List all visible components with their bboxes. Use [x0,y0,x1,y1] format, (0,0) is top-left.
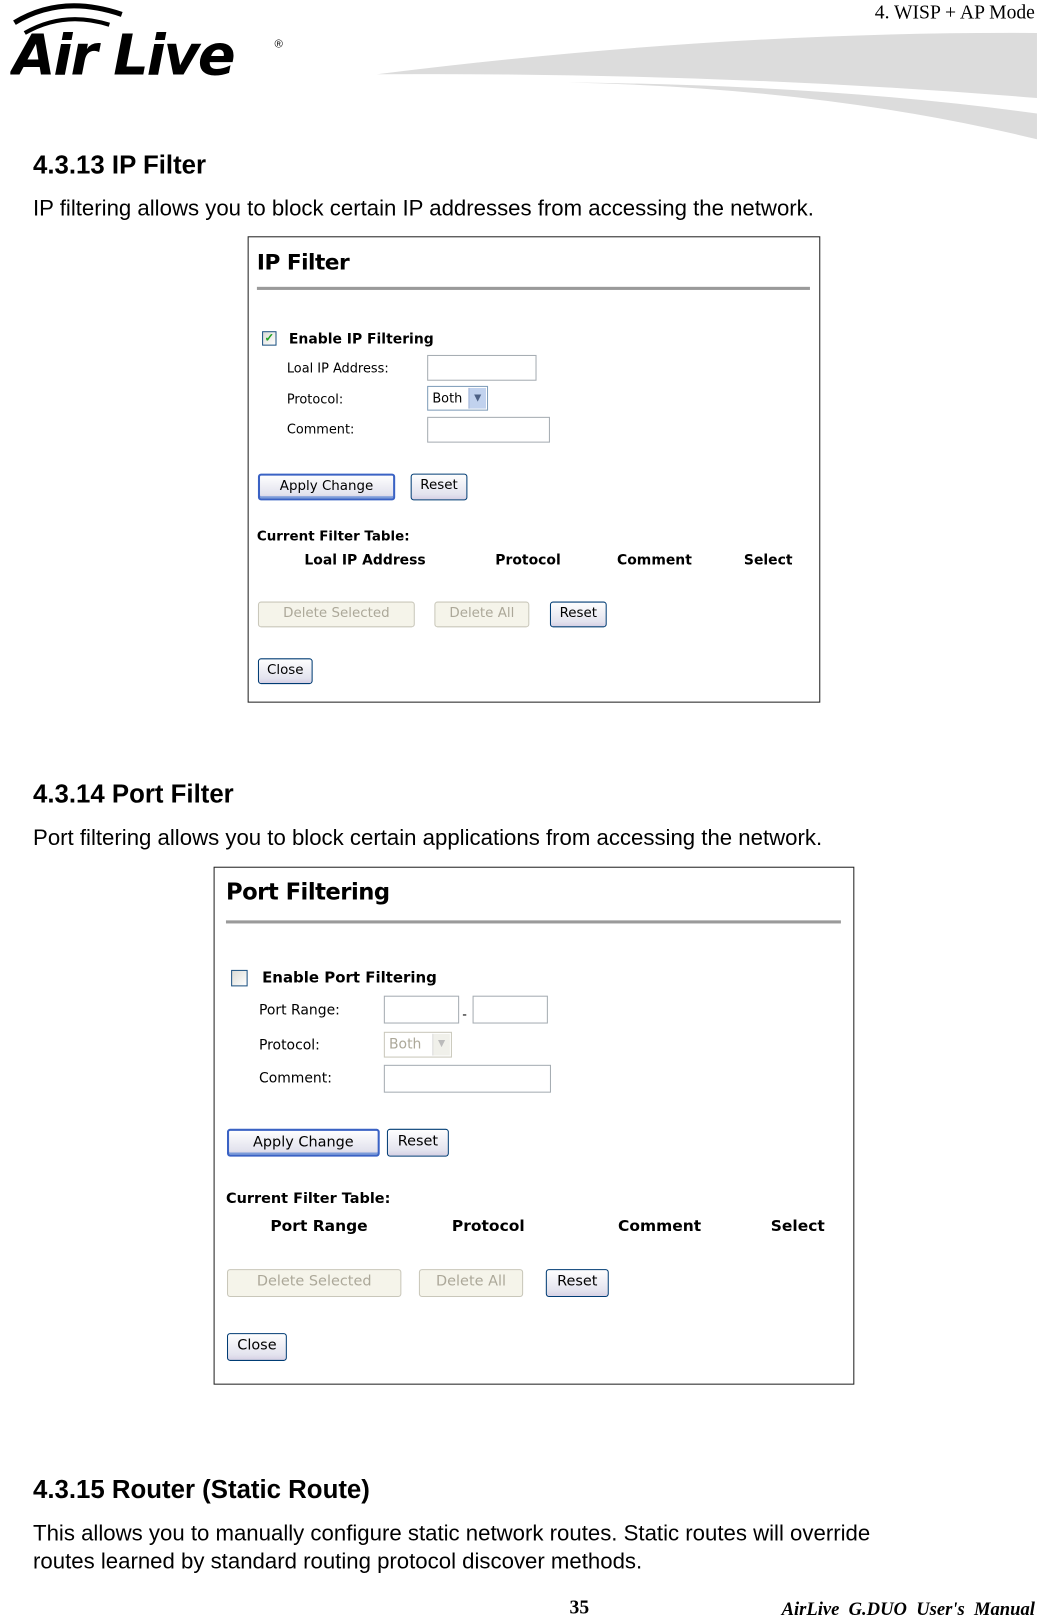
delete-all-button[interactable]: Delete All [418,1269,524,1297]
page-number: 35 [569,1597,590,1619]
ip-filter-title: IP Filter [256,249,350,275]
apply-change-button[interactable]: Apply Change [226,1128,380,1157]
column-header-local-ip: Loal IP Address [304,552,426,569]
current-filter-table-title: Current Filter Table: [225,1190,391,1208]
port-filter-title: Port Filtering [225,880,390,906]
table-reset-button[interactable]: Reset [545,1269,609,1297]
chevron-down-icon: ▼ [432,1033,450,1056]
local-ip-input[interactable] [427,354,537,381]
port-range-label: Port Range: [258,1001,340,1019]
local-ip-label: Loal IP Address: [286,360,389,376]
column-header-protocol: Protocol [451,1216,525,1236]
delete-all-button[interactable]: Delete All [434,601,530,628]
table-reset-button[interactable]: Reset [549,601,607,628]
protocol-label: Protocol: [258,1036,320,1054]
close-button[interactable]: Close [226,1333,287,1361]
checkmark-icon: ✓ [264,332,275,345]
port-from-input[interactable] [383,995,460,1024]
protocol-value: Both [432,390,463,406]
manual-title: AirLive G.DUO User's Manual [781,1598,1035,1619]
section-heading-port-filter: 4.3.14 Port Filter [33,780,234,809]
protocol-value: Both [388,1035,422,1053]
protocol-select[interactable]: Both ▼ [427,385,489,411]
reset-button[interactable]: Reset [410,473,468,501]
comment-label: Comment: [258,1069,332,1087]
section-text-ip-filter: IP filtering allows you to block certain… [33,196,814,221]
column-header-select: Select [770,1216,825,1236]
protocol-label: Protocol: [286,391,344,407]
airlive-logo: Air Live ® [8,0,289,88]
section-text-static-route-line2: routes learned by standard routing proto… [33,1548,643,1574]
svg-text:Air Live: Air Live [10,23,234,80]
column-header-comment: Comment [618,1216,702,1236]
section-text-port-filter: Port filtering allows you to block certa… [33,825,823,851]
port-to-input[interactable] [472,995,548,1024]
reset-button[interactable]: Reset [386,1128,449,1157]
column-header-select: Select [743,552,793,569]
title-divider [225,920,841,924]
close-button[interactable]: Close [257,658,313,685]
protocol-select[interactable]: Both ▼ [383,1031,452,1058]
column-header-protocol: Protocol [495,552,561,569]
comment-label: Comment: [286,420,355,437]
column-header-comment: Comment [617,552,692,569]
enable-port-filtering-label: Enable Port Filtering [262,969,437,987]
port-range-separator: - [462,1006,467,1022]
port-filter-screenshot: Port Filtering Enable Port Filtering Por… [213,866,855,1385]
ip-filter-screenshot: IP Filter ✓ Enable IP Filtering Loal IP … [247,236,821,703]
title-divider [256,286,810,290]
delete-selected-button[interactable]: Delete Selected [226,1269,402,1297]
column-header-port-range: Port Range [270,1216,368,1236]
current-filter-table-title: Current Filter Table: [256,529,410,545]
enable-ip-filtering-label: Enable IP Filtering [288,331,434,348]
manual-page: 4. WISP + AP Mode Air Live ® 4.3.13 IP F… [0,0,1037,1619]
svg-text:®: ® [274,38,283,50]
apply-change-button[interactable]: Apply Change [257,473,396,501]
enable-port-filtering-checkbox[interactable] [231,969,248,987]
section-heading-static-route: 4.3.15 Router (Static Route) [33,1475,370,1505]
chevron-down-icon: ▼ [468,387,486,409]
comment-input[interactable] [427,416,550,443]
logo-waves-icon: Air Live ® [8,3,283,88]
section-heading-ip-filter: 4.3.13 IP Filter [33,150,207,180]
enable-ip-filtering-checkbox[interactable]: ✓ [262,331,277,346]
delete-selected-button[interactable]: Delete Selected [257,601,415,628]
comment-input[interactable] [383,1064,551,1093]
section-text-static-route-line1: This allows you to manually configure st… [33,1520,871,1546]
